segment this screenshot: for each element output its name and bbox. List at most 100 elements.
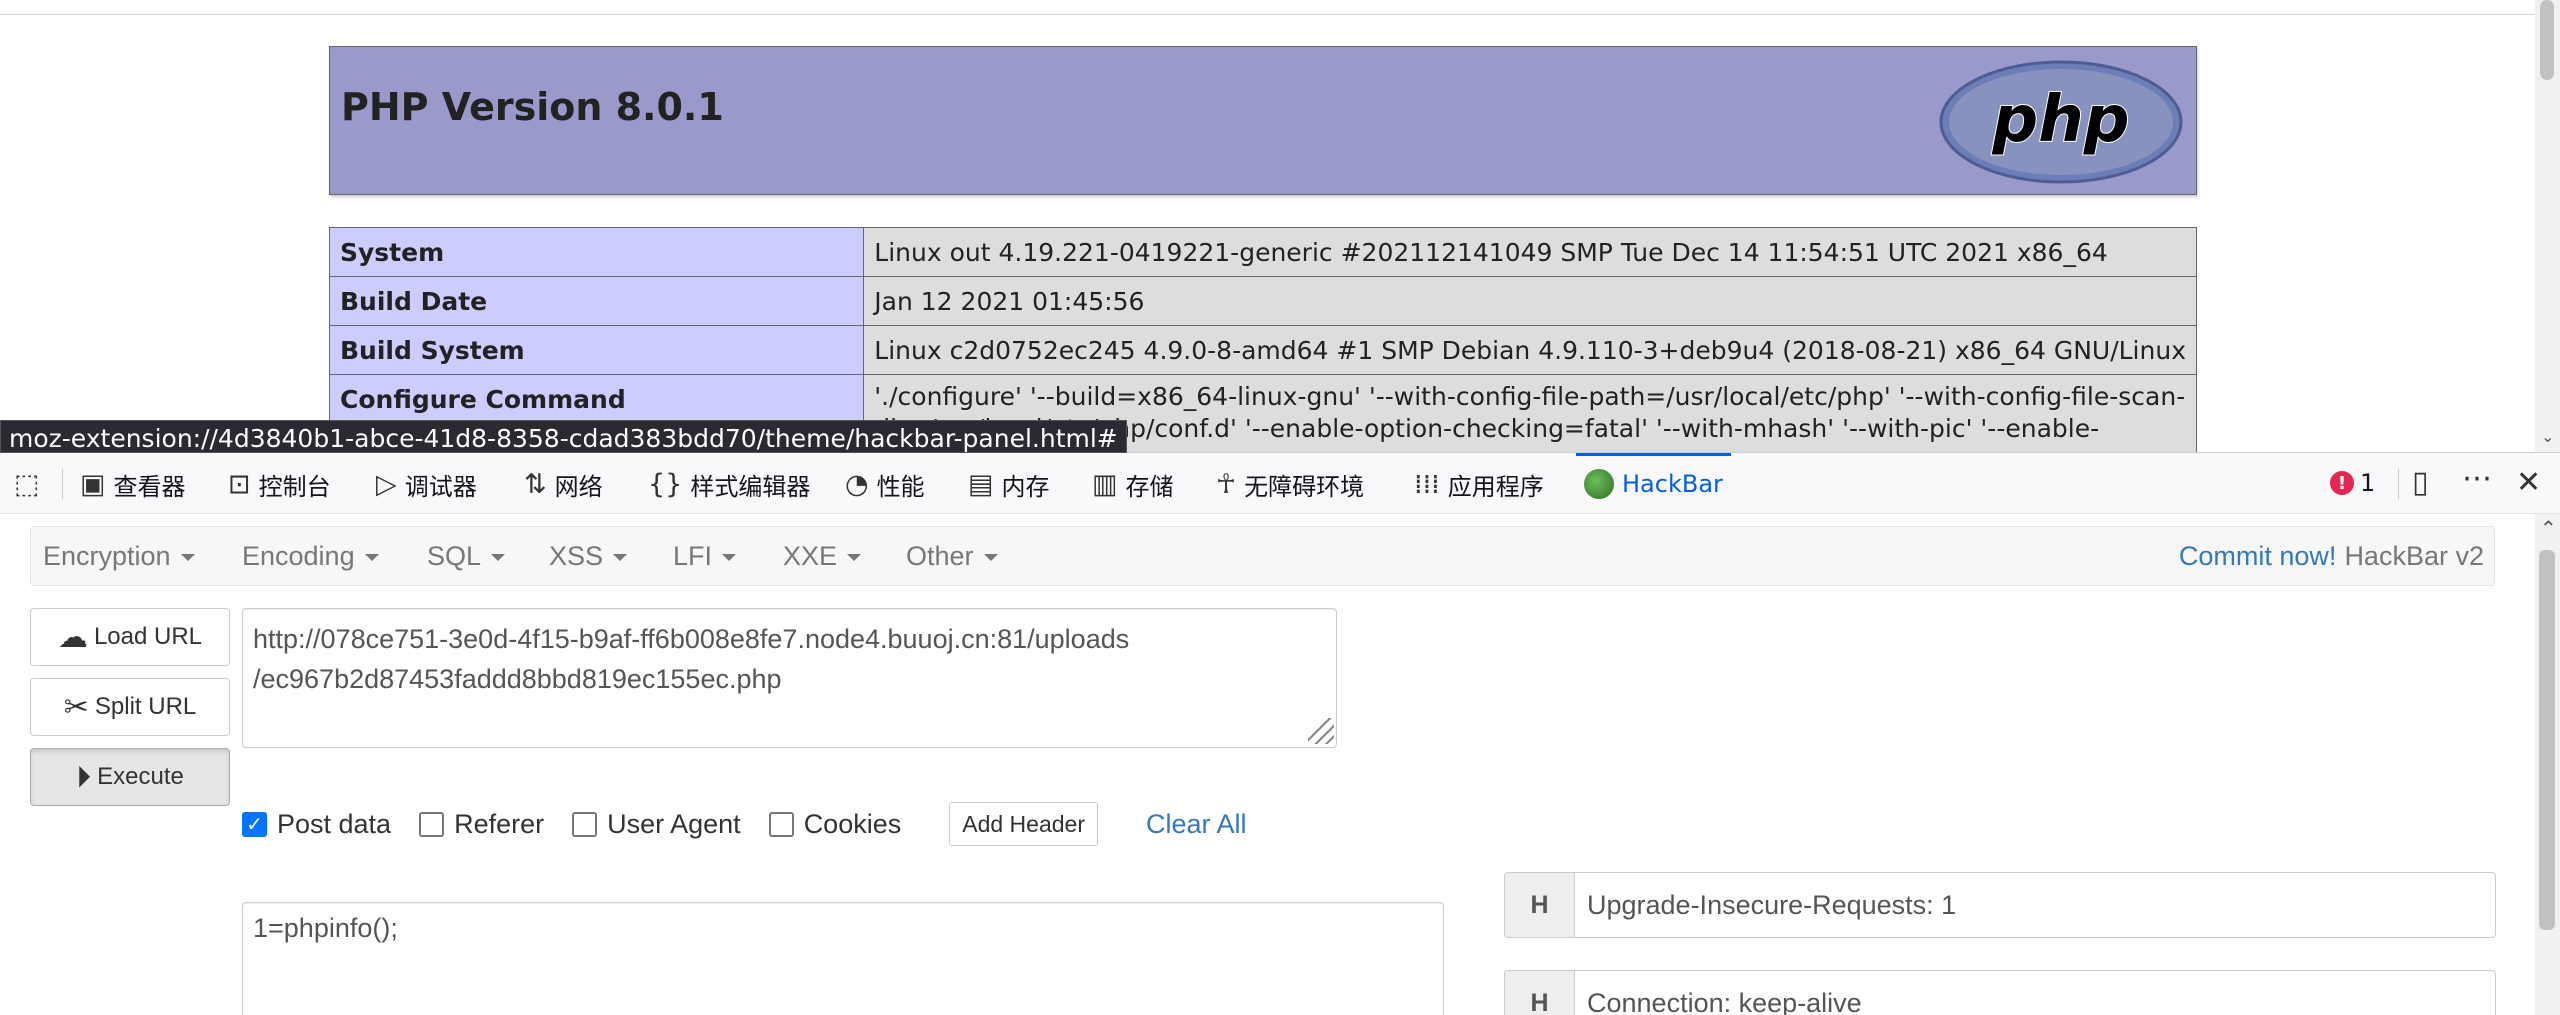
status-url-tooltip: moz-extension://4d3840b1-abce-41d8-8358-… (0, 420, 1127, 453)
php-logo: php (1939, 60, 2183, 184)
menu-lfi[interactable]: LFI (673, 527, 737, 585)
commit-now-link[interactable]: Commit now! (2179, 541, 2337, 572)
user-agent-checkbox[interactable] (572, 811, 598, 837)
tab-inspector[interactable]: ▣ 查看器 (80, 453, 186, 515)
caret-down-icon (364, 553, 379, 561)
devtools-toolbar: ⬚ ▣ 查看器 ⊡ 控制台 ▷ 调试器 ⇅ 网络 {} 样式编辑器 ◔ 性能 ▤… (0, 452, 2560, 514)
menu-encryption[interactable]: Encryption (43, 527, 195, 585)
tab-memory[interactable]: ▤ 内存 (968, 453, 1050, 515)
option-user-agent[interactable]: User Agent (572, 809, 741, 840)
header-row: H Connection: keep-alive (1504, 970, 2496, 1015)
scroll-up-icon[interactable]: ⌃ (2540, 516, 2557, 540)
menu-sql[interactable]: SQL (427, 527, 506, 585)
network-icon: ⇅ (524, 468, 547, 500)
php-version-title: PHP Version 8.0.1 (341, 85, 724, 129)
info-key: Build Date (328, 276, 865, 326)
load-url-button[interactable]: ☁ Load URL (30, 608, 230, 666)
inspector-icon: ▣ (80, 468, 106, 500)
hackbar-icon (1584, 469, 1614, 499)
menu-label: SQL (427, 540, 482, 571)
panel-scrollbar[interactable]: ⌃ (2535, 514, 2560, 1015)
caret-down-icon (847, 553, 862, 561)
pick-element-icon: ⬚ (14, 468, 40, 500)
php-info-table: System Linux out 4.19.221-0419221-generi… (328, 227, 2197, 452)
info-key: Build System (328, 325, 865, 375)
menu-xxe[interactable]: XXE (783, 527, 862, 585)
page-scrollbar[interactable]: ⌄ (2535, 0, 2560, 452)
add-header-button[interactable]: Add Header (949, 802, 1098, 846)
close-devtools-icon[interactable]: ✕ (2516, 465, 2541, 500)
tab-label: 样式编辑器 (690, 472, 811, 501)
menu-label: Encoding (242, 540, 355, 571)
hackbar-version: HackBar v2 (2344, 540, 2484, 571)
menu-other[interactable]: Other (906, 527, 998, 585)
button-label: Load URL (93, 623, 203, 650)
application-icon: ⁞⁞⁞ (1414, 468, 1440, 500)
scissors-icon: ✂ (63, 689, 89, 725)
post-data-textarea[interactable]: 1=phpinfo(); (242, 902, 1444, 1015)
info-value: Linux c2d0752ec245 4.9.0-8-amd64 #1 SMP … (863, 325, 2197, 375)
post-data-checkbox[interactable]: ✓ (242, 811, 267, 837)
tab-console[interactable]: ⊡ 控制台 (228, 453, 331, 515)
table-row: Build System Linux c2d0752ec245 4.9.0-8-… (328, 325, 2197, 375)
style-editor-icon: {} (648, 468, 683, 500)
caret-down-icon (180, 553, 195, 561)
tab-label: 内存 (1001, 472, 1050, 501)
page-viewport: PHP Version 8.0.1 php System Linux out 4… (0, 0, 2560, 452)
menu-label: Encryption (43, 540, 171, 571)
clear-all-link[interactable]: Clear All (1146, 809, 1247, 840)
error-count-badge[interactable]: ! 1 (2330, 469, 2375, 497)
option-label: Cookies (803, 808, 902, 839)
responsive-design-icon[interactable]: ▯ (2412, 465, 2429, 500)
header-value-input[interactable]: Upgrade-Insecure-Requests: 1 (1575, 873, 2495, 937)
menu-xss[interactable]: XSS (549, 527, 628, 585)
url-textarea[interactable]: http://078ce751-3e0d-4f15-b9af-ff6b008e8… (242, 608, 1337, 748)
caret-down-icon (613, 553, 628, 561)
php-version-banner: PHP Version 8.0.1 php (329, 46, 2197, 195)
menu-encoding[interactable]: Encoding (242, 527, 379, 585)
scroll-down-icon[interactable]: ⌄ (2541, 427, 2554, 446)
scrollbar-thumb[interactable] (2539, 550, 2555, 930)
tab-debugger[interactable]: ▷ 调试器 (376, 453, 477, 515)
tab-label: 应用程序 (1447, 472, 1544, 501)
tab-label: 存储 (1125, 472, 1174, 501)
tab-performance[interactable]: ◔ 性能 (845, 453, 925, 515)
caret-down-icon (983, 553, 998, 561)
option-post-data[interactable]: ✓ Post data (242, 809, 391, 840)
error-count: 1 (2360, 469, 2376, 497)
memory-icon: ▤ (968, 468, 994, 500)
referer-checkbox[interactable] (419, 811, 445, 837)
option-label: Referer (454, 808, 545, 839)
php-logo-text: php (1991, 83, 2129, 157)
hackbar-panel: Encryption Encoding SQL XSS LFI XXE Othe… (0, 514, 2560, 1015)
tab-network[interactable]: ⇅ 网络 (524, 453, 603, 515)
tab-label: HackBar (1622, 470, 1723, 498)
info-key: System (328, 227, 865, 277)
menu-label: LFI (673, 540, 713, 571)
caret-down-icon (491, 553, 506, 561)
tab-label: 网络 (554, 472, 603, 501)
info-value: Linux out 4.19.221-0419221-generic #2021… (863, 227, 2197, 277)
toolbar-divider (0, 14, 2535, 15)
toolbar-separator (2398, 469, 2399, 499)
tab-hackbar[interactable]: HackBar (1576, 453, 1731, 515)
menu-label: XSS (549, 540, 604, 571)
caret-down-icon (722, 553, 737, 561)
tab-style-editor[interactable]: {} 样式编辑器 (648, 453, 810, 515)
storage-icon: ▥ (1092, 468, 1118, 500)
resize-grip-icon[interactable] (1308, 718, 1334, 744)
tab-storage[interactable]: ▥ 存储 (1092, 453, 1174, 515)
more-options-icon[interactable]: ⋯ (2462, 461, 2492, 496)
header-value-input[interactable]: Connection: keep-alive (1575, 971, 2495, 1015)
cookies-checkbox[interactable] (768, 811, 794, 837)
split-url-button[interactable]: ✂ Split URL (30, 678, 230, 736)
scrollbar-thumb[interactable] (2540, 0, 2554, 80)
request-options: ✓ Post data Referer User Agent Cookies A… (242, 799, 1247, 849)
execute-button[interactable]: ⏵ Execute (30, 748, 230, 806)
option-referer[interactable]: Referer (419, 809, 544, 840)
menu-label: Other (906, 540, 974, 571)
tab-application[interactable]: ⁞⁞⁞ 应用程序 (1414, 453, 1544, 515)
tab-accessibility[interactable]: ☥ 无障碍环境 (1216, 453, 1364, 515)
element-picker-button[interactable]: ⬚ (14, 453, 40, 515)
option-cookies[interactable]: Cookies (768, 808, 902, 840)
